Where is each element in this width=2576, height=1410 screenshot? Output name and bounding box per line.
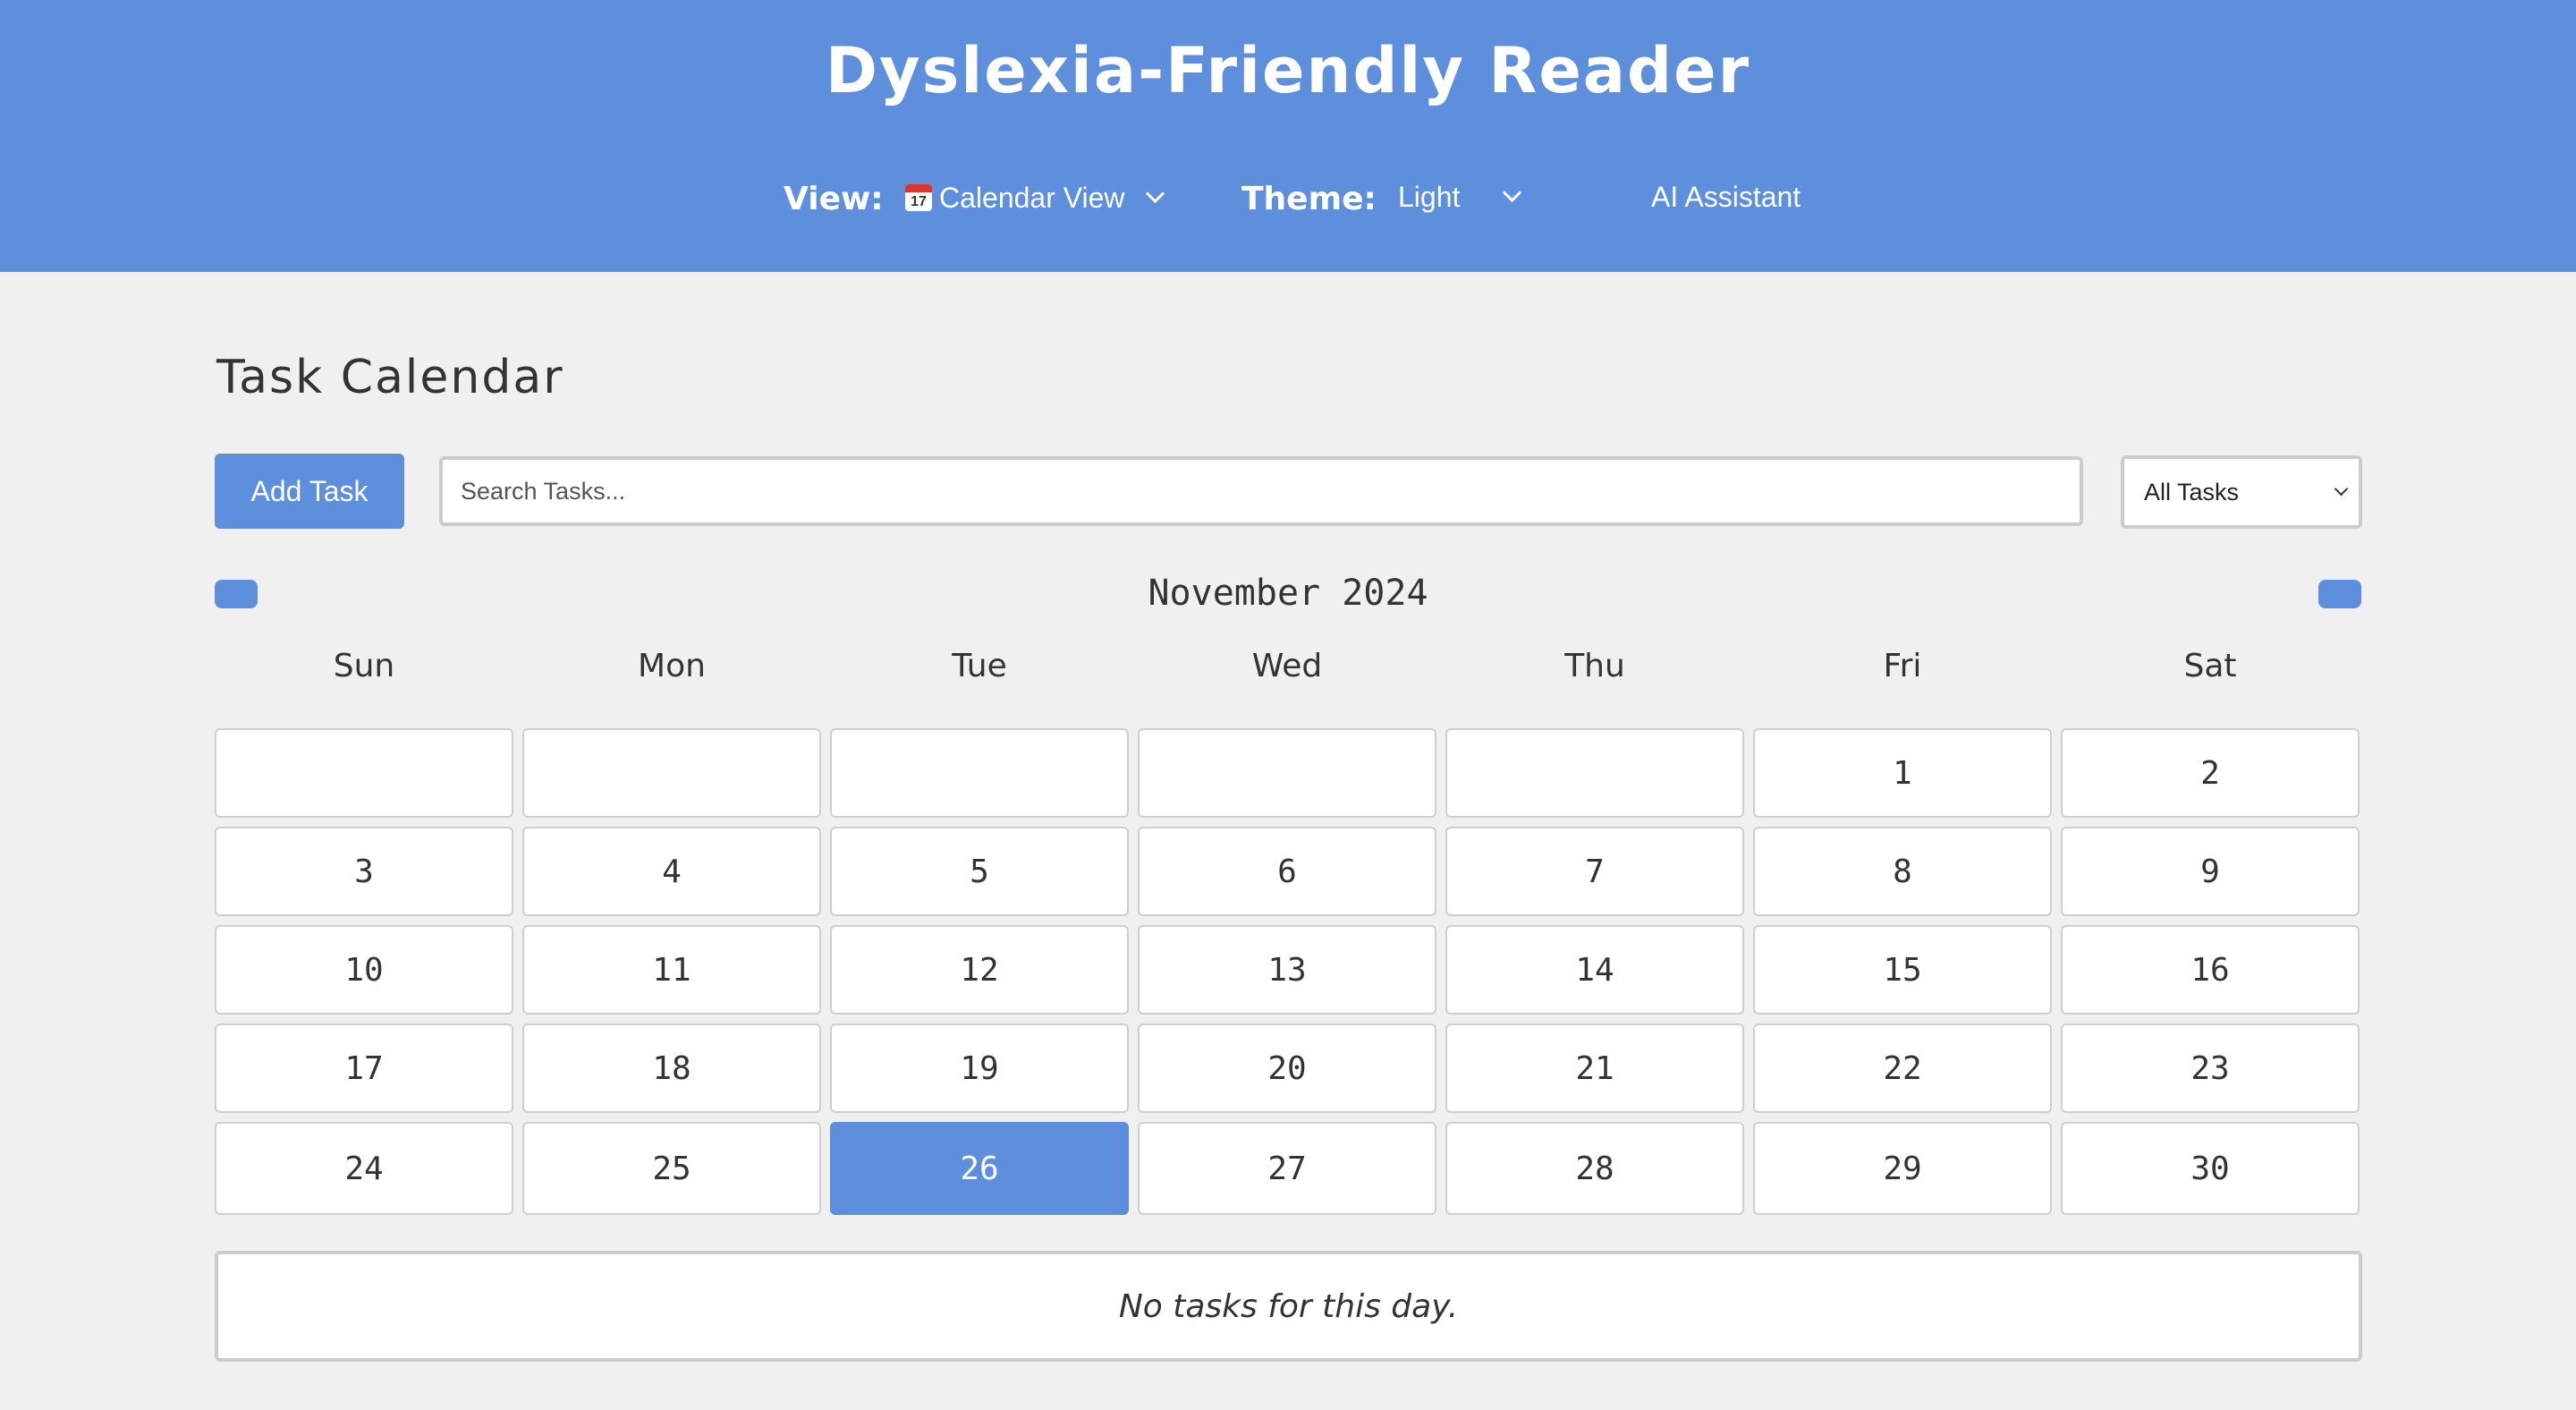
calendar-day-26[interactable]: 26 bbox=[830, 1122, 1129, 1215]
calendar-day-16[interactable]: 16 bbox=[2061, 925, 2360, 1015]
calendar-day-23[interactable]: 23 bbox=[2061, 1024, 2360, 1113]
calendar-day-18[interactable]: 18 bbox=[522, 1024, 821, 1113]
weekday-mon: Mon bbox=[638, 648, 706, 684]
view-select[interactable]: 17 Calendar View bbox=[905, 181, 1165, 215]
theme-select-value: Light bbox=[1398, 181, 1461, 213]
weekday-wed: Wed bbox=[1251, 648, 1323, 684]
calendar-day-2[interactable]: 2 bbox=[2061, 728, 2360, 818]
calendar-day-17[interactable]: 17 bbox=[215, 1024, 513, 1113]
app-title: Dyslexia-Friendly Reader bbox=[825, 34, 1751, 107]
theme-label: Theme: bbox=[1241, 181, 1377, 217]
calendar-day-5[interactable]: 5 bbox=[830, 827, 1129, 916]
calendar-day-13[interactable]: 13 bbox=[1138, 925, 1436, 1015]
calendar-day-1[interactable]: 1 bbox=[1753, 728, 2052, 818]
calendar-day-8[interactable]: 8 bbox=[1753, 827, 2052, 916]
page-title: Task Calendar bbox=[216, 351, 564, 404]
view-select-value: Calendar View bbox=[939, 182, 1125, 214]
weekday-sun: Sun bbox=[333, 648, 395, 684]
calendar-day-27[interactable]: 27 bbox=[1138, 1122, 1436, 1215]
chevron-down-icon bbox=[1503, 183, 1522, 203]
calendar-day-10[interactable]: 10 bbox=[215, 925, 513, 1015]
task-filter-value: All Tasks bbox=[2144, 479, 2240, 505]
weekday-thu: Thu bbox=[1564, 648, 1625, 684]
calendar-day-9[interactable]: 9 bbox=[2061, 827, 2360, 916]
calendar-day-24[interactable]: 24 bbox=[215, 1122, 513, 1215]
empty-tasks-message: No tasks for this day. bbox=[1118, 1287, 1459, 1325]
calendar-day-empty bbox=[1445, 728, 1744, 818]
ai-assistant-button[interactable]: AI Assistant bbox=[1651, 181, 1801, 214]
chevron-down-icon bbox=[2334, 481, 2349, 497]
calendar-day-7[interactable]: 7 bbox=[1445, 827, 1744, 916]
calendar-day-11[interactable]: 11 bbox=[522, 925, 821, 1015]
weekday-tue: Tue bbox=[952, 648, 1007, 684]
chevron-down-icon bbox=[1146, 183, 1165, 204]
add-task-button[interactable]: Add Task bbox=[215, 454, 404, 529]
calendar-day-12[interactable]: 12 bbox=[830, 925, 1129, 1015]
task-list: No tasks for this day. bbox=[215, 1251, 2362, 1362]
calendar-day-19[interactable]: 19 bbox=[830, 1024, 1129, 1113]
calendar-day-empty bbox=[830, 728, 1129, 818]
app-header: Dyslexia-Friendly Reader View: 17 Calend… bbox=[0, 0, 2576, 272]
calendar-day-14[interactable]: 14 bbox=[1445, 925, 1744, 1015]
next-month-button[interactable] bbox=[2318, 580, 2361, 608]
calendar-day-30[interactable]: 30 bbox=[2061, 1122, 2360, 1215]
header-controls: View: 17 Calendar View Theme: Light AI A… bbox=[0, 175, 2576, 225]
view-label: View: bbox=[784, 181, 884, 217]
calendar-day-3[interactable]: 3 bbox=[215, 827, 513, 916]
calendar-day-29[interactable]: 29 bbox=[1753, 1122, 2052, 1215]
calendar-day-empty bbox=[522, 728, 821, 818]
calendar-icon: 17 bbox=[905, 184, 932, 211]
month-title: November 2024 bbox=[1148, 573, 1428, 614]
calendar-day-20[interactable]: 20 bbox=[1138, 1024, 1436, 1113]
calendar-day-28[interactable]: 28 bbox=[1445, 1122, 1744, 1215]
calendar-day-6[interactable]: 6 bbox=[1138, 827, 1436, 916]
search-input[interactable] bbox=[439, 456, 2083, 526]
calendar-day-22[interactable]: 22 bbox=[1753, 1024, 2052, 1113]
calendar-day-25[interactable]: 25 bbox=[522, 1122, 821, 1215]
weekday-fri: Fri bbox=[1883, 648, 1922, 684]
task-filter-select[interactable]: All Tasks bbox=[2121, 455, 2362, 529]
theme-select[interactable]: Light bbox=[1398, 181, 1522, 214]
weekday-sat: Sat bbox=[2183, 648, 2237, 684]
calendar-day-4[interactable]: 4 bbox=[522, 827, 821, 916]
calendar-day-empty bbox=[1138, 728, 1436, 818]
calendar-day-21[interactable]: 21 bbox=[1445, 1024, 1744, 1113]
calendar-day-empty bbox=[215, 728, 513, 818]
calendar-day-15[interactable]: 15 bbox=[1753, 925, 2052, 1015]
